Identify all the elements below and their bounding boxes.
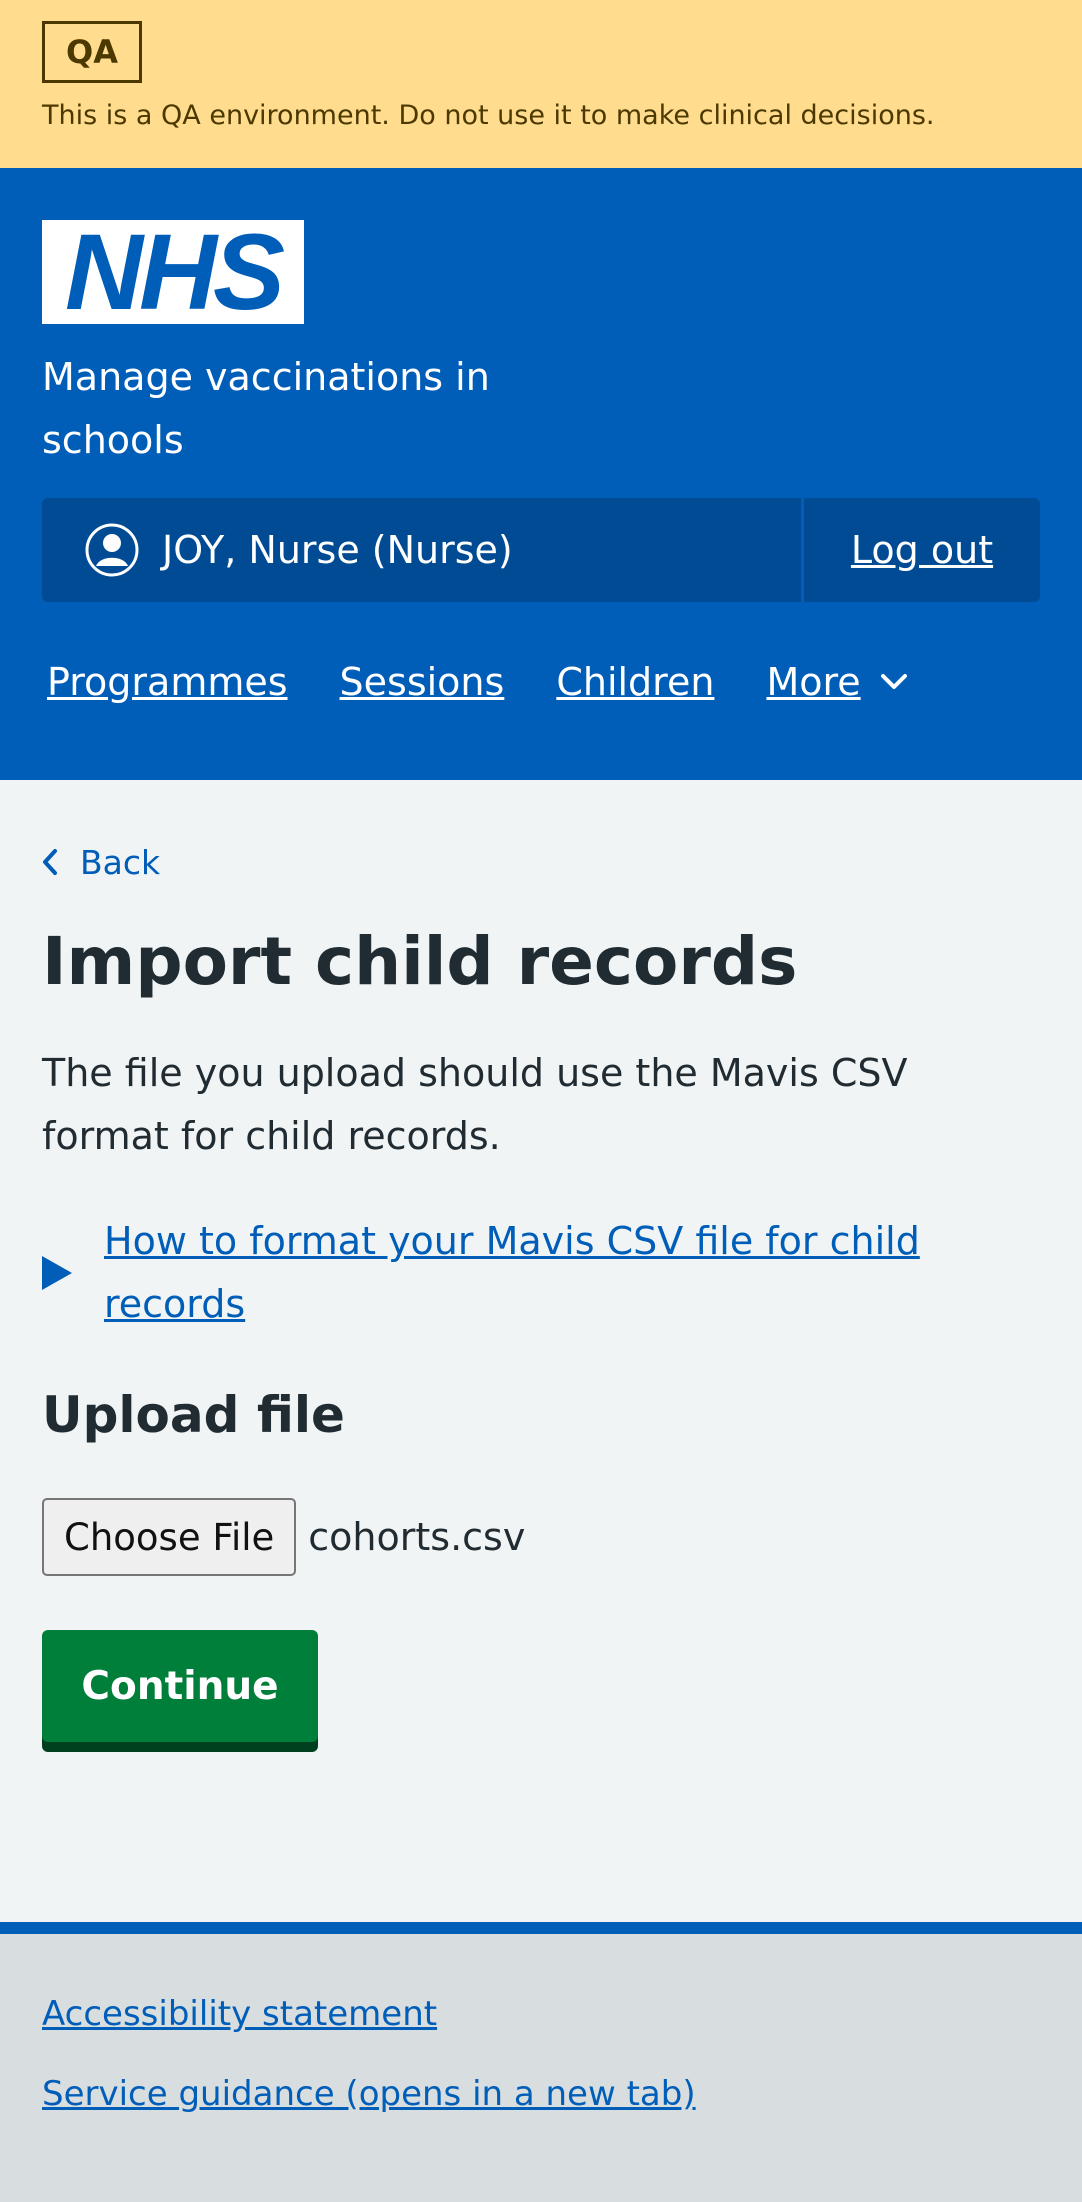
triangle-right-icon xyxy=(42,1256,72,1290)
upload-heading: Upload file xyxy=(42,1386,345,1444)
environment-banner: QA This is a QA environment. Do not use … xyxy=(0,0,1082,168)
choose-file-button[interactable]: Choose File xyxy=(42,1498,297,1576)
accessibility-statement-link[interactable]: Accessibility statement xyxy=(42,1994,1040,2034)
service-name[interactable]: Manage vaccinations in schools xyxy=(42,346,562,472)
main-content: Back Import child records The file you u… xyxy=(0,780,1082,1922)
account-user-name: JOY, Nurse (Nurse) xyxy=(162,528,513,572)
nav-item-children[interactable]: Children xyxy=(556,660,714,704)
nav-item-more[interactable]: More xyxy=(766,660,908,704)
continue-button[interactable]: Continue xyxy=(42,1630,318,1742)
back-link[interactable]: Back xyxy=(42,780,1040,892)
nav-item-sessions[interactable]: Sessions xyxy=(340,660,505,704)
nhs-logo-text: NHS xyxy=(65,225,284,319)
environment-message: This is a QA environment. Do not use it … xyxy=(42,100,935,131)
chevron-left-icon xyxy=(42,848,58,876)
nhs-logo[interactable]: NHS xyxy=(42,220,304,324)
page-title: Import child records xyxy=(42,923,798,1000)
format-details-summary: How to format your Mavis CSV file for ch… xyxy=(104,1219,920,1326)
page-description: The file you upload should use the Mavis… xyxy=(42,1051,908,1158)
back-link-label: Back xyxy=(80,842,161,882)
file-upload-field: Choose File cohorts.csv xyxy=(42,1498,1040,1576)
nav-item-programmes[interactable]: Programmes xyxy=(47,660,288,704)
primary-navigation: Programmes Sessions Children More xyxy=(42,660,1040,704)
service-guidance-link[interactable]: Service guidance (opens in a new tab) xyxy=(42,2074,1040,2114)
account-user: JOY, Nurse (Nurse) xyxy=(42,498,804,602)
chevron-down-icon xyxy=(879,672,909,692)
nhs-logo-wordmark: NHS xyxy=(65,225,288,319)
logout-link[interactable]: Log out xyxy=(804,498,1040,602)
site-header: NHS Manage vaccinations in schools JOY, … xyxy=(0,168,1082,780)
nav-item-more-label: More xyxy=(766,660,861,704)
site-footer: Accessibility statement Service guidance… xyxy=(0,1922,1082,2202)
environment-tag: QA xyxy=(42,21,142,83)
selected-file-name: cohorts.csv xyxy=(308,1515,526,1559)
user-icon xyxy=(84,522,140,578)
format-details-toggle[interactable]: How to format your Mavis CSV file for ch… xyxy=(42,1210,1040,1336)
account-bar: JOY, Nurse (Nurse) Log out xyxy=(42,498,1040,602)
